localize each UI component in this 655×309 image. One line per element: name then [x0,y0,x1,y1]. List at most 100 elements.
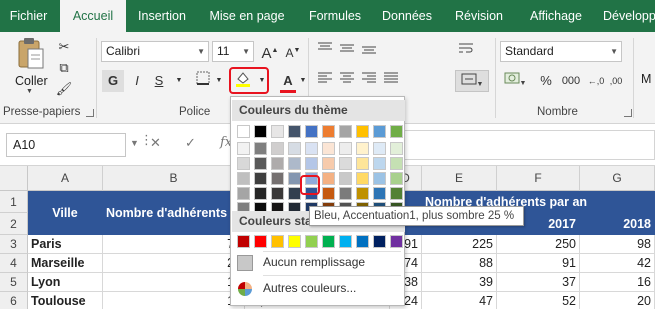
table-cell[interactable]: 42 [580,254,655,273]
row-header[interactable]: 6 [0,292,28,309]
select-all-corner[interactable] [0,166,28,191]
theme-color-swatch[interactable] [271,187,284,200]
paste-button[interactable]: Coller ▼ [10,36,50,98]
table-cell[interactable]: 14 [103,292,245,309]
increase-decimal-icon[interactable]: ←,0 [585,70,607,92]
table-cell[interactable]: 12 [103,273,245,292]
cut-icon[interactable]: ✂ [53,36,75,58]
theme-color-swatch[interactable] [322,172,335,185]
theme-color-swatch[interactable] [390,142,403,155]
percent-style-icon[interactable]: % [535,70,557,92]
theme-color-swatch[interactable] [390,125,403,138]
theme-color-swatch[interactable] [339,142,352,155]
theme-color-swatch[interactable] [373,157,386,170]
align-bottom-icon[interactable] [358,40,380,62]
paste-dropdown-arrow[interactable]: ▼ [26,88,33,95]
comma-style-icon[interactable]: 000 [560,70,582,92]
theme-color-swatch[interactable] [339,187,352,200]
column-header[interactable]: F [497,166,580,191]
row-header[interactable]: 3 [0,235,28,254]
city-cell[interactable]: Toulouse [28,292,103,309]
theme-color-swatch[interactable] [254,142,267,155]
theme-color-swatch[interactable] [356,142,369,155]
theme-color-swatch[interactable] [237,142,250,155]
table-cell[interactable]: 52 [497,292,580,309]
font-color-dropdown-arrow[interactable]: ▼ [292,70,314,92]
theme-color-swatch[interactable] [322,187,335,200]
standard-color-swatch[interactable] [356,235,369,248]
standard-color-swatch[interactable] [390,235,403,248]
table-cell[interactable]: 16 [580,273,655,292]
table-cell[interactable]: 98 [580,235,655,254]
theme-color-swatch[interactable] [339,157,352,170]
align-left-icon[interactable] [314,70,336,92]
cancel-entry-icon[interactable]: ✕ [150,135,161,151]
column-header[interactable]: G [580,166,655,191]
standard-color-swatch[interactable] [339,235,352,248]
theme-color-swatch[interactable] [339,172,352,185]
bold-button[interactable]: G [102,70,124,92]
tab-developpeur[interactable]: Développ [597,0,655,32]
table-cell[interactable]: 20 [580,292,655,309]
font-name-combo[interactable]: Calibri ▼ [101,41,209,62]
header-cell-ville[interactable]: Ville [28,191,103,235]
row-header[interactable]: 5 [0,273,28,292]
row-header[interactable]: 2 [0,213,28,235]
merge-center-button[interactable]: ▼ [455,70,489,92]
theme-color-swatch[interactable] [237,157,250,170]
theme-color-swatch[interactable] [373,142,386,155]
row-header[interactable]: 1 [0,191,28,213]
table-cell[interactable]: 47 [422,292,497,309]
tab-mise-en-page[interactable]: Mise en page [200,0,294,32]
theme-color-swatch[interactable] [288,157,301,170]
align-middle-icon[interactable] [336,40,358,62]
header-cell-2018[interactable]: 2018 [580,213,655,235]
theme-color-swatch[interactable] [373,125,386,138]
header-cell-adherents[interactable]: Nombre d'adhérents [103,191,245,235]
theme-color-swatch[interactable] [288,142,301,155]
font-size-combo[interactable]: 11 ▼ [212,41,254,62]
namebox-dropdown-arrow[interactable]: ▼ [130,138,139,148]
number-dialog-launcher[interactable] [624,109,632,117]
city-cell[interactable]: Lyon [28,273,103,292]
table-cell[interactable]: 225 [422,235,497,254]
row-header[interactable]: 4 [0,254,28,273]
standard-color-swatch[interactable] [305,235,318,248]
theme-color-swatch[interactable] [271,125,284,138]
table-cell[interactable]: 39 [422,273,497,292]
underline-button[interactable]: S [148,70,170,92]
theme-color-swatch[interactable] [254,157,267,170]
theme-color-swatch[interactable] [254,172,267,185]
italic-button[interactable]: I [126,70,148,92]
wrap-text-icon[interactable] [455,40,477,62]
column-header[interactable]: B [103,166,245,191]
standard-color-swatch[interactable] [237,235,250,248]
table-cell[interactable]: 76 [103,235,245,254]
standard-color-swatch[interactable] [322,235,335,248]
no-fill-item[interactable]: Aucun remplissage [237,252,365,272]
theme-color-swatch[interactable] [305,142,318,155]
standard-color-swatch[interactable] [271,235,284,248]
theme-color-swatch[interactable] [339,125,352,138]
theme-color-swatch[interactable] [254,187,267,200]
number-format-combo[interactable]: Standard ▼ [500,41,622,62]
clipboard-dialog-launcher[interactable] [86,109,94,117]
table-cell[interactable]: 250 [497,235,580,254]
table-cell[interactable]: 29 [103,254,245,273]
format-painter-icon[interactable]: 🖌 [53,78,75,100]
tab-accueil[interactable]: Accueil [60,0,126,32]
theme-color-swatch[interactable] [373,172,386,185]
theme-color-swatch[interactable] [322,125,335,138]
theme-color-swatch[interactable] [271,172,284,185]
table-cell[interactable]: 37 [497,273,580,292]
theme-color-swatch[interactable] [390,157,403,170]
confirm-entry-icon[interactable]: ✓ [185,135,196,151]
theme-color-swatch[interactable] [373,187,386,200]
tab-insertion[interactable]: Insertion [128,0,196,32]
tab-donnees[interactable]: Données [375,0,439,32]
name-box[interactable]: A10 [6,133,126,157]
align-center-icon[interactable] [336,70,358,92]
theme-color-swatch[interactable] [356,125,369,138]
decrease-decimal-icon[interactable]: ,00 [605,70,627,92]
standard-color-swatch[interactable] [373,235,386,248]
